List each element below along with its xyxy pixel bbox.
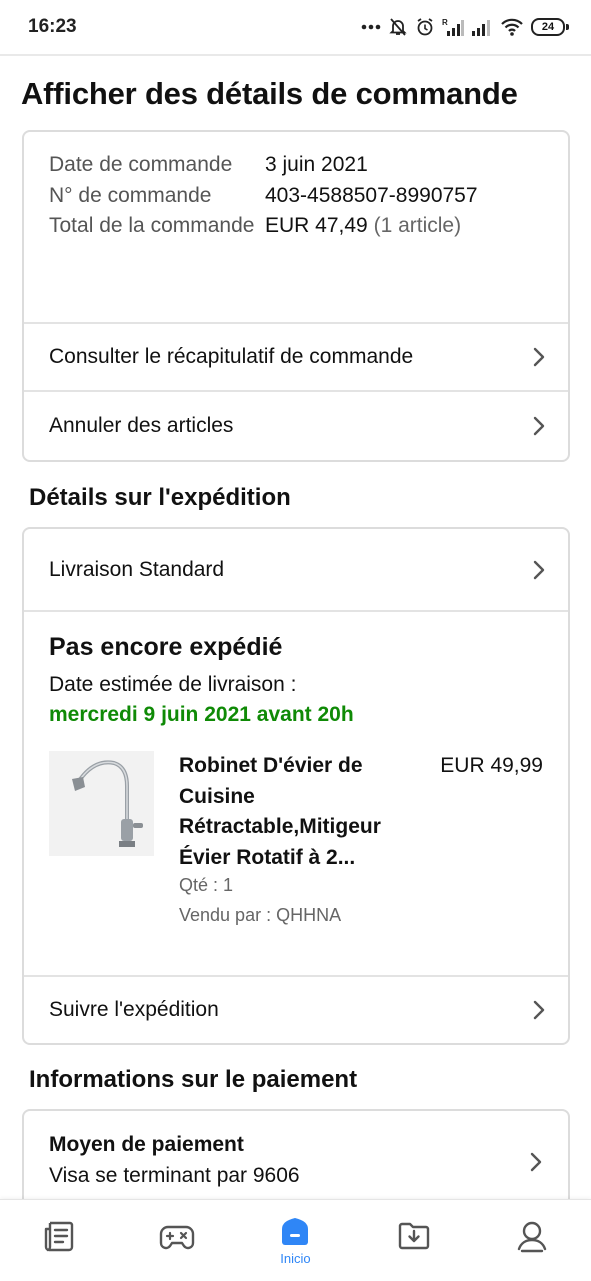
order-total-value: EUR 47,49 (1 article) — [265, 211, 461, 242]
order-date-label: Date de commande — [49, 153, 233, 176]
status-icons: R 24 — [361, 17, 569, 37]
order-info: Date de commande 3 juin 2021 N° de comma… — [49, 150, 549, 242]
product-seller: Vendu par : QHHNA — [179, 905, 342, 925]
download-folder-icon — [398, 1222, 429, 1250]
chevron-right-icon — [533, 1000, 545, 1020]
shipment-status: Pas encore expédié — [49, 633, 283, 661]
shipping-card: Livraison Standard Pas encore expédié Da… — [22, 527, 570, 1045]
alarm-icon — [417, 18, 433, 36]
chevron-right-icon — [533, 560, 545, 580]
signal-roaming-icon: R — [442, 18, 464, 36]
order-number-value: 403-4588507-8990757 — [265, 183, 478, 207]
delivery-estimate-label: Date estimée de livraison : — [49, 673, 297, 696]
nav-home[interactable]: Inicio — [236, 1200, 354, 1266]
profile-icon — [517, 1221, 547, 1253]
order-summary-link[interactable]: Consulter le récapitulatif de commande — [24, 322, 568, 390]
product-quantity: Qté : 1 — [179, 875, 234, 895]
product-image[interactable] — [49, 751, 154, 856]
more-dots-icon — [361, 24, 381, 30]
payment-section-title: Informations sur le paiement — [29, 1066, 358, 1093]
nav-profile[interactable] — [473, 1200, 591, 1254]
order-summary-card: Date de commande 3 juin 2021 N° de comma… — [22, 130, 570, 462]
product-price: EUR 49,99 — [440, 754, 543, 777]
shipping-section-title: Détails sur l'expédition — [29, 484, 291, 511]
mute-bell-icon — [389, 18, 407, 36]
battery-icon: 24 — [531, 18, 569, 36]
status-time: 16:23 — [28, 16, 77, 37]
page-title: Afficher des détails de commande — [21, 76, 518, 111]
nav-home-label: Inicio — [280, 1251, 311, 1266]
order-total-items: (1 article) — [373, 214, 462, 237]
nav-downloads[interactable] — [355, 1200, 473, 1254]
nav-news[interactable] — [0, 1200, 118, 1254]
bottom-nav: Inicio — [0, 1199, 591, 1281]
wifi-icon — [501, 18, 523, 36]
signal-icon — [472, 20, 490, 36]
payment-method-value: Visa se terminant par 9606 — [49, 1164, 300, 1187]
order-number-label: N° de commande — [49, 183, 212, 207]
delivery-estimate-date: mercredi 9 juin 2021 avant 20h — [49, 703, 354, 726]
order-summary-link-label: Consulter le récapitulatif de commande — [49, 345, 414, 368]
product-name-link[interactable]: Robinet D'évier de Cuisine Rétractable,M… — [179, 751, 414, 873]
status-bar: 16:23 R 24 — [0, 0, 591, 56]
chevron-right-icon — [533, 416, 545, 436]
cancel-items-label: Annuler des articles — [49, 414, 234, 437]
gamepad-icon — [160, 1225, 195, 1250]
news-icon — [44, 1221, 74, 1252]
payment-method-title: Moyen de paiement — [49, 1133, 244, 1156]
track-shipment-link[interactable]: Suivre l'expédition — [24, 975, 568, 1043]
faucet-image — [72, 760, 143, 847]
chevron-right-icon — [533, 347, 545, 367]
cancel-items-link[interactable]: Annuler des articles — [24, 390, 568, 460]
shipping-method-label: Livraison Standard — [49, 558, 225, 581]
order-total-label: Total de la commande — [49, 214, 255, 237]
svg-text:R: R — [442, 18, 448, 27]
chevron-right-icon — [530, 1152, 542, 1172]
order-total-amount: EUR 47,49 — [265, 214, 368, 237]
track-shipment-label: Suivre l'expédition — [49, 998, 219, 1021]
order-date-value: 3 juin 2021 — [265, 153, 368, 176]
nav-games[interactable] — [118, 1200, 236, 1254]
shipping-method-link[interactable]: Livraison Standard — [24, 529, 568, 611]
home-icon — [282, 1218, 309, 1245]
battery-level: 24 — [531, 18, 565, 36]
